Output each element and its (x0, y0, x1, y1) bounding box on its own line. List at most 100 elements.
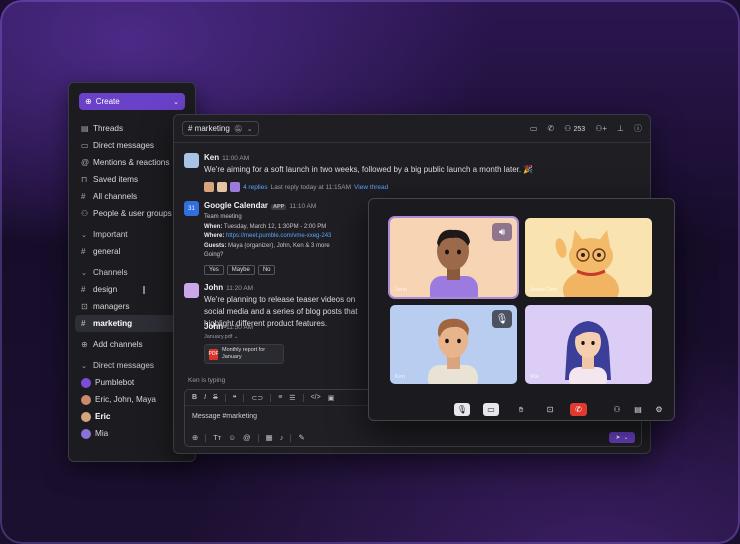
section-label: Important (93, 230, 128, 239)
replies-link[interactable]: 4 replies (243, 184, 268, 191)
composer-actions: ⊕ Tт ☺ @ ▦ ♪ ✎ (192, 433, 305, 442)
message-input[interactable]: Message #marketing (192, 413, 257, 420)
text-format-icon[interactable]: Tт (213, 433, 221, 442)
sidebar-item-label: People & user groups (93, 209, 172, 218)
sidebar-item-label: marketing (93, 319, 133, 328)
file-attachment[interactable]: PDF Monthly report for January (204, 344, 284, 364)
avatar (81, 394, 91, 405)
file-name: Monthly report for January (222, 347, 266, 360)
share-screen-button[interactable]: ⊡ (542, 403, 558, 416)
chevron-down-icon: ⌄ (246, 125, 253, 133)
message-time: 11:20 AM (226, 285, 254, 292)
thread-replies[interactable]: 4 replies Last reply today at 11:15AM Vi… (204, 182, 524, 192)
pin-icon[interactable]: ⊥ (617, 124, 624, 133)
raise-hand-button[interactable]: ✋︎ (513, 403, 529, 416)
numbered-list-icon[interactable]: ≡ (278, 394, 282, 401)
rsvp-yes-button[interactable]: Yes (204, 264, 224, 275)
sidebar-item-label: Mentions & reactions (93, 158, 170, 167)
sidebar-item-label: Add channels (93, 340, 143, 349)
hash-icon: # (81, 319, 86, 328)
participant-name: Ken (395, 374, 405, 380)
microphone-icon[interactable]: ♪ (280, 433, 284, 442)
last-reply-text: Last reply today at 11:15AM (270, 183, 352, 191)
section-label: Direct messages (93, 361, 154, 370)
create-button[interactable]: ⊕ Create ⌄ (79, 93, 185, 110)
view-thread-link[interactable]: View thread (354, 184, 388, 191)
avatar (230, 182, 240, 192)
edit-icon[interactable]: ✎ (298, 433, 304, 442)
rsvp-maybe-button[interactable]: Maybe (226, 264, 255, 275)
participant-name: Mia (530, 374, 539, 380)
avatar (184, 153, 199, 168)
end-call-button[interactable]: ✆ (570, 403, 587, 416)
avatar (81, 428, 91, 439)
emoji-icon[interactable]: ☺ (228, 433, 236, 442)
participant-tile[interactable]: 🎙︎ Ken (390, 305, 517, 384)
create-label: Create (95, 97, 120, 106)
chevron-down-icon: ⌄ (623, 435, 629, 441)
divider (224, 393, 226, 402)
participant-tile[interactable]: 🔊︎ John (390, 218, 517, 297)
sidebar-item-label: All channels (93, 192, 138, 201)
rsvp-no-button[interactable]: No (257, 264, 276, 275)
italic-icon[interactable]: I (204, 394, 206, 401)
participant-tile[interactable]: Jessie Doe (525, 218, 652, 297)
strikethrough-icon[interactable]: S (213, 394, 218, 401)
member-count: 253 (573, 126, 586, 133)
message-time: 11:50 AM (226, 324, 254, 331)
sidebar-item-label: managers (93, 302, 130, 311)
video-call-window: 🔊︎ John Jessie Doe 🎙︎ Ken Mia 🎙︎ ▭ ✋︎ ⊡ … (368, 198, 675, 421)
plus-icon[interactable]: ⊕ (192, 433, 198, 442)
call-controls: 🎙︎ ▭ ✋︎ ⊡ ✆ ⚇ ▤ ⚙ (369, 403, 674, 417)
chat-button[interactable]: ▤ (630, 403, 646, 416)
add-member-icon[interactable]: ⚇+ (595, 124, 607, 133)
app-badge: APP (271, 204, 287, 210)
gif-icon[interactable]: ▦ (266, 433, 273, 442)
camera-button[interactable]: ▭ (483, 403, 499, 416)
message-ken: Ken 11:00 AM We're aiming for a soft laun… (184, 153, 533, 192)
send-button[interactable]: ➤ ⌄ (609, 432, 635, 443)
microphone-button[interactable]: 🎙︎ (454, 403, 470, 416)
pdf-icon: PDF (209, 348, 219, 360)
sidebar-item-marketing[interactable]: # marketing (75, 315, 189, 332)
settings-icon[interactable]: ⚙ (651, 403, 667, 416)
mic-muted-icon: 🎙︎ (492, 310, 512, 328)
code-block-icon[interactable]: ▣ (328, 394, 335, 402)
drag-handle-icon (143, 285, 146, 294)
sidebar-item-label: design (93, 285, 118, 294)
code-icon[interactable]: </> (311, 394, 321, 401)
bulleted-list-icon[interactable]: ☰ (289, 394, 295, 402)
members-button[interactable]: ⚇ 253 (564, 124, 585, 133)
message-icon: ▭ (81, 141, 89, 150)
message-author[interactable]: Ken 11:00 AM (204, 153, 524, 162)
participant-tile[interactable]: Mia (525, 305, 652, 384)
message-time: 11:10 AM (289, 203, 317, 210)
participant-name: Jessie Doe (530, 287, 558, 293)
channel-name-button[interactable]: # marketing 🔕︎ ⌄ (182, 121, 259, 136)
info-icon[interactable]: ⓘ (634, 123, 642, 134)
speaking-icon: 🔊︎ (492, 223, 512, 241)
avatar (81, 411, 91, 422)
divider (302, 393, 304, 402)
divider (270, 393, 272, 402)
meeting-link[interactable]: https://meet.pumble.com/vme-xxeg-243 (226, 233, 331, 239)
bold-icon[interactable]: B (192, 394, 197, 401)
google-calendar-icon: 31 (184, 201, 199, 216)
sidebar-item-label: Pumblebot (95, 378, 135, 387)
message-text: We're aiming for a soft launch in two we… (204, 165, 534, 174)
quote-icon[interactable]: ❝ (233, 394, 237, 402)
plus-icon: ⊕ (85, 97, 92, 106)
hash-icon: # (81, 192, 86, 201)
link-icon[interactable]: ⊂⊃ (251, 394, 263, 402)
divider (257, 433, 259, 442)
participant-name: John (395, 287, 407, 293)
divider (205, 433, 207, 442)
at-icon[interactable]: @ (243, 433, 251, 442)
chevron-down-icon: ⌄ (81, 269, 87, 277)
channel-name: # marketing (188, 124, 230, 133)
phone-icon[interactable]: ✆ (547, 124, 554, 133)
lock-icon: ⊡ (81, 302, 88, 311)
video-call-icon[interactable]: ▭ (530, 124, 538, 133)
participants-button[interactable]: ⚇ (609, 403, 625, 416)
chat-header: # marketing 🔕︎ ⌄ ▭ ✆ ⚇ 253 ⚇+ ⊥ ⓘ (174, 115, 650, 143)
